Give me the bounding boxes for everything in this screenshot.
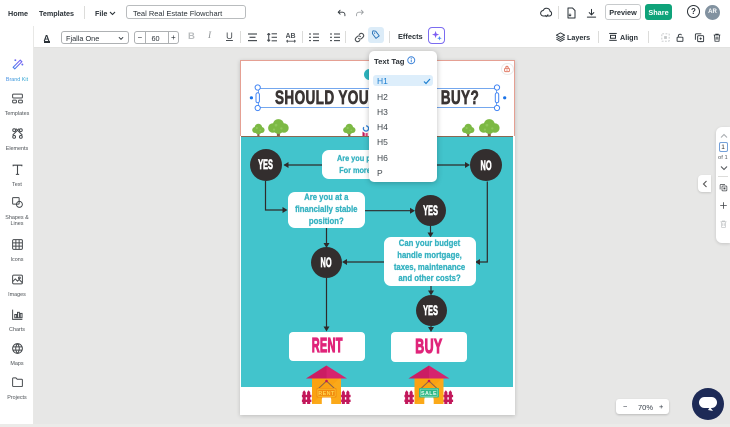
svg-text:RENT: RENT	[318, 391, 335, 397]
svg-text:SALE: SALE	[421, 391, 437, 397]
svg-text:AB: AB	[286, 33, 296, 40]
